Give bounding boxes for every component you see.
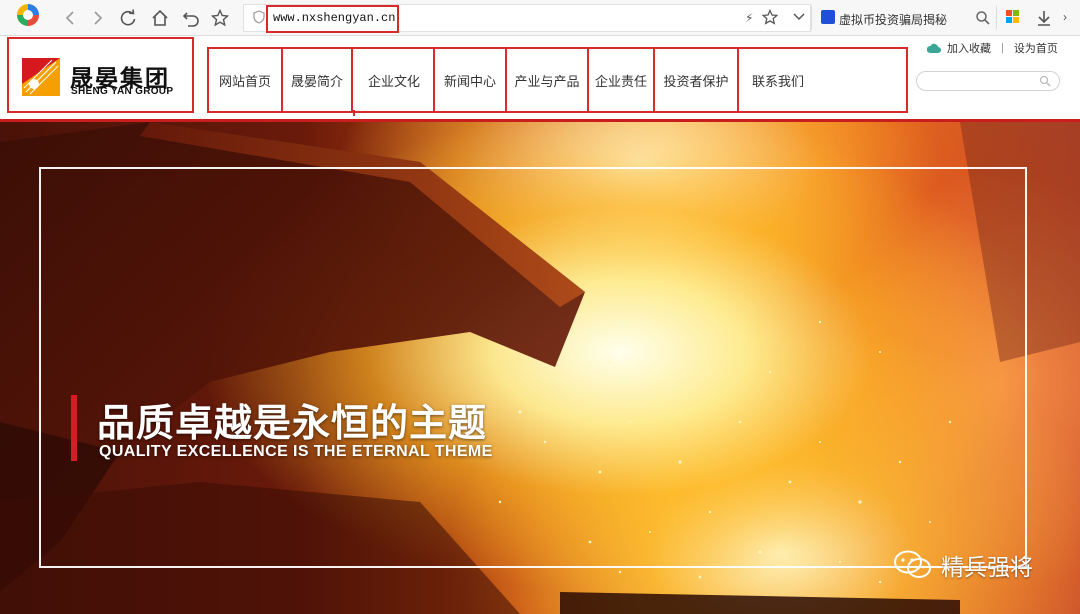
- bolt-icon[interactable]: ⚡: [745, 11, 753, 25]
- hero-banner: 品质卓越是永恒的主题 QUALITY EXCELLENCE IS THE ETE…: [0, 122, 1080, 614]
- back-button[interactable]: [60, 8, 80, 28]
- browser-toolbar: www.nxshengyan.cn ⚡ 虚拟币投资骗局揭秘 ›: [0, 0, 1080, 36]
- nav-item-responsibility[interactable]: 企业责任: [589, 49, 653, 111]
- reload-icon: [120, 9, 136, 26]
- add-favorite-link[interactable]: 加入收藏: [947, 40, 991, 56]
- forward-button[interactable]: [88, 8, 108, 28]
- hero-frame: [39, 167, 1027, 568]
- hero-slogan-english: QUALITY EXCELLENCE IS THE ETERNAL THEME: [99, 443, 493, 460]
- home-button[interactable]: [150, 8, 170, 28]
- logo-english-name: SHENG YAN GROUP: [71, 86, 174, 97]
- top-links-separator: |: [1001, 42, 1004, 54]
- watermark-text: 精兵强将: [941, 555, 1033, 581]
- star-icon: [211, 9, 229, 27]
- forward-icon: [94, 11, 103, 25]
- browser-logo-icon: [17, 4, 39, 26]
- cloud-icon: [927, 43, 941, 53]
- set-homepage-link[interactable]: 设为首页: [1014, 40, 1058, 56]
- slogan-accent-bar: [71, 395, 77, 461]
- bookmark-link[interactable]: 虚拟币投资骗局揭秘: [839, 11, 947, 28]
- undo-icon: [182, 12, 199, 27]
- sun-logo-icon: [22, 58, 60, 96]
- site-search-input[interactable]: [927, 73, 1037, 91]
- nav-item-investor[interactable]: 投资者保护: [655, 49, 737, 111]
- url-text[interactable]: www.nxshengyan.cn: [273, 11, 395, 25]
- windows-icon[interactable]: [1006, 10, 1020, 24]
- back-icon: [65, 11, 74, 25]
- more-icon[interactable]: ›: [1063, 10, 1067, 24]
- toolbar-divider: [811, 6, 812, 30]
- undo-button[interactable]: [181, 8, 201, 28]
- dropdown-icon[interactable]: [792, 11, 806, 23]
- nav-item-news[interactable]: 新闻中心: [435, 49, 505, 111]
- favorite-button[interactable]: [210, 8, 230, 28]
- nav-item-home[interactable]: 网站首页: [209, 49, 281, 111]
- home-icon: [152, 9, 168, 26]
- wechat-icon: [894, 550, 931, 578]
- nav-divider: [351, 49, 353, 111]
- toolbar-divider: [996, 6, 997, 30]
- nav-item-products[interactable]: 产业与产品: [507, 49, 587, 111]
- top-links: 加入收藏 | 设为首页: [927, 40, 1058, 56]
- shield-icon: [253, 10, 265, 24]
- search-icon[interactable]: [975, 10, 991, 26]
- wechat-watermark: 精兵强将: [893, 548, 1033, 582]
- site-search: [916, 71, 1060, 91]
- site-header: 晟晏集团 SHENG YAN GROUP 网站首页 晟晏简介 企业文化 新闻中心…: [0, 36, 1080, 120]
- nav-item-about[interactable]: 晟晏简介: [283, 49, 351, 111]
- hero-slogan-chinese: 品质卓越是永恒的主题: [97, 401, 488, 445]
- reload-button[interactable]: [118, 8, 138, 28]
- paw-icon: [821, 10, 835, 24]
- nav-item-contact[interactable]: 联系我们: [739, 49, 817, 111]
- nav-item-culture[interactable]: 企业文化: [355, 49, 433, 111]
- download-icon[interactable]: [1036, 9, 1052, 27]
- search-icon[interactable]: [1039, 75, 1051, 87]
- logo[interactable]: 晟晏集团 SHENG YAN GROUP: [7, 37, 194, 113]
- bookmark-star-icon[interactable]: [762, 9, 778, 25]
